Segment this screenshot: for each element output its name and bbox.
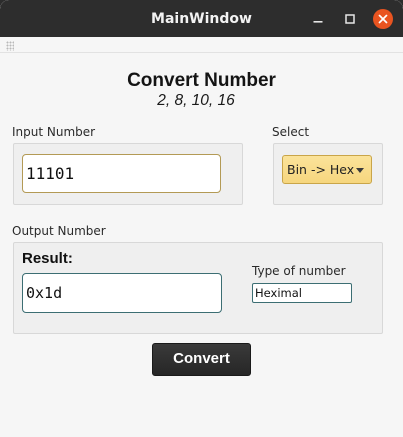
close-button[interactable]: [373, 9, 393, 29]
output-number-label: Output Number: [12, 224, 106, 238]
chevron-down-icon: [356, 168, 364, 173]
page-subtitle: 2, 8, 10, 16: [157, 92, 235, 109]
result-field[interactable]: [22, 273, 222, 313]
minimize-icon: [313, 21, 323, 23]
result-label: Result:: [22, 250, 73, 267]
minimize-button[interactable]: [308, 9, 328, 29]
toolbar-divider: [0, 52, 403, 53]
maximize-button[interactable]: [340, 9, 360, 29]
input-number-label: Input Number: [12, 125, 96, 139]
type-of-number-field[interactable]: [252, 283, 352, 303]
conversion-select[interactable]: Bin -> Hex: [282, 155, 372, 184]
conversion-select-value: Bin -> Hex: [287, 162, 355, 177]
maximize-icon: [345, 14, 355, 24]
convert-button[interactable]: Convert: [152, 343, 251, 376]
title-bar[interactable]: MainWindow: [0, 0, 403, 37]
select-label: Select: [272, 125, 310, 139]
main-window: MainWindow Convert Number 2, 8, 10, 16 I…: [0, 0, 403, 437]
type-of-number-label: Type of number: [252, 264, 346, 278]
page-title: Convert Number: [127, 70, 276, 91]
close-icon: [378, 14, 388, 24]
grip-icon[interactable]: [6, 41, 14, 51]
input-number-field[interactable]: [22, 154, 221, 193]
